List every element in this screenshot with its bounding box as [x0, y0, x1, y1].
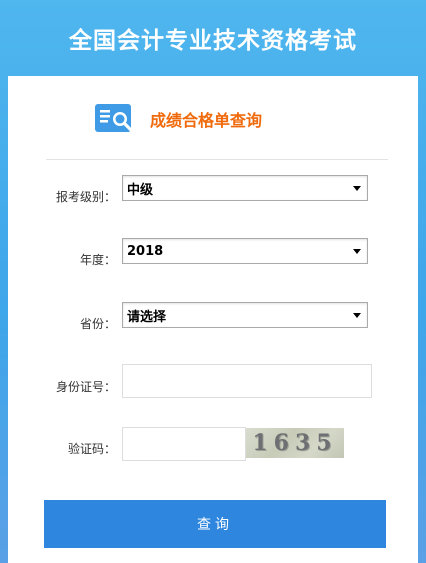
chevron-down-icon — [353, 313, 361, 318]
id-number-label: 身份证号： — [55, 380, 116, 394]
page-title: 全国会计专业技术资格考试 — [69, 28, 357, 54]
province-select[interactable]: 请选择 — [122, 302, 368, 328]
captcha-code: 1635 — [252, 430, 338, 456]
section-title: 成绩合格单查询 — [94, 96, 334, 142]
year-label: 年度： — [79, 253, 116, 267]
id-number-input[interactable] — [122, 364, 372, 398]
province-label: 省份： — [79, 317, 116, 331]
province-select-value: 请选择 — [127, 309, 167, 325]
captcha-input[interactable] — [122, 427, 246, 461]
captcha-label: 验证码： — [67, 442, 116, 456]
query-card: 成绩合格单查询 报考级别： 中级 年度： 2018 省份： 请选择 身份证号： … — [8, 76, 418, 563]
page-header: 全国会计专业技术资格考试 — [0, 0, 426, 76]
section-title-text: 成绩合格单查询 — [150, 111, 263, 130]
captcha-image[interactable]: 1635 — [246, 428, 344, 458]
divider — [46, 159, 388, 160]
query-button[interactable]: 查询 — [44, 500, 386, 548]
year-select-value: 2018 — [127, 243, 164, 259]
chevron-down-icon — [353, 249, 361, 254]
chevron-down-icon — [353, 186, 361, 191]
level-label: 报考级别： — [55, 190, 116, 204]
level-select-value: 中级 — [127, 182, 154, 198]
search-document-icon — [95, 104, 134, 133]
year-select[interactable]: 2018 — [122, 238, 368, 264]
level-select[interactable]: 中级 — [122, 175, 368, 201]
